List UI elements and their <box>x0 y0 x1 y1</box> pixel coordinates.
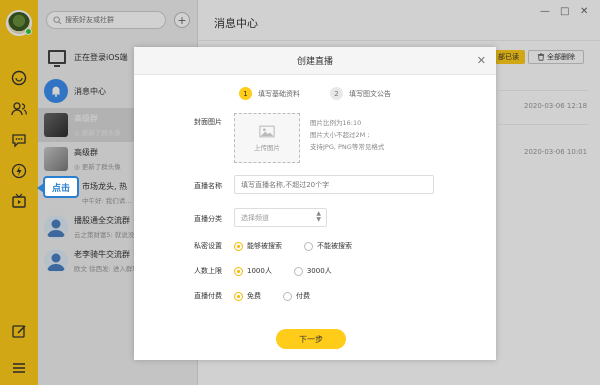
online-status-icon <box>25 28 32 35</box>
group-avatar <box>44 215 68 239</box>
cover-hint: 图片比例为16:10 <box>310 119 362 127</box>
contacts-icon[interactable] <box>9 99 29 119</box>
create-live-dialog: 创建直播 ✕ 1 填写基础资料 2 填写图文公告 封面图片 上传图片 图片比例为… <box>134 47 496 360</box>
messages-icon[interactable] <box>9 130 29 150</box>
minimize-button[interactable]: — <box>540 6 550 17</box>
dialog-title: 创建直播 <box>296 57 333 67</box>
radio-label: 能够被搜索 <box>247 242 282 250</box>
mark-all-read-button[interactable]: 部已读 <box>492 50 525 64</box>
chat-icon[interactable] <box>9 68 29 88</box>
edit-icon[interactable] <box>9 321 29 341</box>
close-window-button[interactable]: ✕ <box>580 6 588 17</box>
trash-icon <box>537 53 545 61</box>
message-time: 2020-03-06 10:01 <box>524 148 588 156</box>
list-item-title: 高级群 <box>74 148 98 157</box>
radio-circle <box>283 291 292 301</box>
step-1: 1 填写基础资料 <box>239 87 300 100</box>
group-avatar <box>44 147 68 171</box>
privacy-label: 私密设置 <box>194 242 222 250</box>
radio-label: 不能被搜索 <box>317 242 352 250</box>
radio-label: 付费 <box>296 292 310 300</box>
add-button[interactable]: + <box>174 12 190 28</box>
divider <box>198 40 600 41</box>
radio-circle <box>234 241 243 251</box>
radio-circle <box>293 266 303 276</box>
live-tv-icon[interactable] <box>9 191 29 211</box>
radio-circle <box>234 291 243 301</box>
divider <box>498 124 588 125</box>
click-tooltip: 点击 <box>37 176 79 198</box>
menu-icon[interactable] <box>9 358 29 378</box>
upload-cover-button[interactable]: 上传图片 <box>234 113 300 163</box>
delete-all-button[interactable]: 全部删除 <box>528 50 584 64</box>
fee-free-radio[interactable]: 免费 <box>234 291 261 301</box>
privacy-unsearchable-radio[interactable]: 不能被搜索 <box>304 241 352 251</box>
step-number: 1 <box>239 87 252 100</box>
radio-circle <box>234 266 243 276</box>
chevron-updown-icon: ▲ ▼ <box>316 210 321 223</box>
list-item-title: 播股通全交流群 <box>74 216 130 225</box>
search-input[interactable] <box>65 16 165 24</box>
fee-label: 直播付费 <box>194 292 222 300</box>
limit-label: 人数上限 <box>194 267 222 275</box>
category-value: 选择频道 <box>241 213 269 222</box>
name-label: 直播名称 <box>194 182 222 190</box>
search-icon <box>53 15 62 24</box>
next-step-button[interactable]: 下一步 <box>276 329 346 349</box>
cover-label: 封面图片 <box>194 118 222 126</box>
page-title: 消息中心 <box>214 17 258 30</box>
delete-all-label: 全部删除 <box>547 53 575 61</box>
fee-options: 免费 付费 <box>234 291 310 301</box>
category-label: 直播分类 <box>194 215 222 223</box>
fee-paid-radio[interactable]: 付费 <box>283 291 310 301</box>
limit-1000-radio[interactable]: 1000人 <box>234 266 272 276</box>
list-item-subtitle: ◎ 更新了群头像 <box>74 129 121 137</box>
nav-rail <box>0 0 38 385</box>
maximize-button[interactable]: □ <box>560 6 569 17</box>
radio-circle <box>304 241 313 251</box>
cover-hint: 支持JPG, PNG等常见格式 <box>310 143 385 151</box>
list-item-title: 市场龙头, 热 <box>82 182 128 191</box>
limit-options: 1000人 3000人 <box>234 266 332 276</box>
step-indicator: 1 填写基础资料 2 填写图文公告 <box>134 87 496 100</box>
list-item-subtitle: 欧文 徐西发: 进入群聊 <box>74 265 139 273</box>
user-avatar[interactable] <box>6 10 32 36</box>
upload-label: 上传图片 <box>254 143 280 152</box>
list-item-subtitle: 云之策财富5: 就说没 <box>74 231 135 239</box>
computer-icon <box>48 50 66 67</box>
privacy-searchable-radio[interactable]: 能够被搜索 <box>234 241 282 251</box>
step-2: 2 填写图文公告 <box>330 87 391 100</box>
lightning-icon[interactable] <box>9 161 29 181</box>
step-label: 填写基础资料 <box>258 89 300 98</box>
limit-3000-radio[interactable]: 3000人 <box>293 266 332 276</box>
radio-label: 免费 <box>247 292 261 300</box>
list-item-title: 老李骑牛交流群 <box>74 250 130 259</box>
radio-label: 3000人 <box>306 267 332 275</box>
cover-hints: 图片比例为16:10 图片大小不超过2M ; 支持JPG, PNG等常见格式 <box>310 117 384 153</box>
radio-label: 1000人 <box>247 267 272 275</box>
message-time: 2020-03-06 12:18 <box>524 102 588 110</box>
live-name-input[interactable] <box>234 175 434 194</box>
close-icon[interactable]: ✕ <box>477 54 486 67</box>
category-select[interactable]: 选择频道 ▲ ▼ <box>234 208 327 227</box>
list-item-title: 消息中心 <box>74 86 106 96</box>
list-item-subtitle: ◎ 更新了群头像 <box>74 163 121 171</box>
step-label: 填写图文公告 <box>349 89 391 98</box>
list-item-subtitle: 中午好: 我们请... <box>82 197 132 205</box>
dialog-header: 创建直播 ✕ <box>134 47 496 75</box>
privacy-options: 能够被搜索 不能被搜索 <box>234 241 352 251</box>
image-icon <box>259 125 275 137</box>
cover-hint: 图片大小不超过2M ; <box>310 131 370 139</box>
group-avatar <box>44 113 68 137</box>
bell-icon <box>44 79 68 103</box>
search-box[interactable] <box>46 11 166 29</box>
list-item-title: 正在登录iOS端 <box>74 52 128 62</box>
list-item-title: 高级群 <box>74 114 98 123</box>
divider <box>498 90 588 91</box>
group-avatar <box>44 249 68 273</box>
step-number: 2 <box>330 87 343 100</box>
